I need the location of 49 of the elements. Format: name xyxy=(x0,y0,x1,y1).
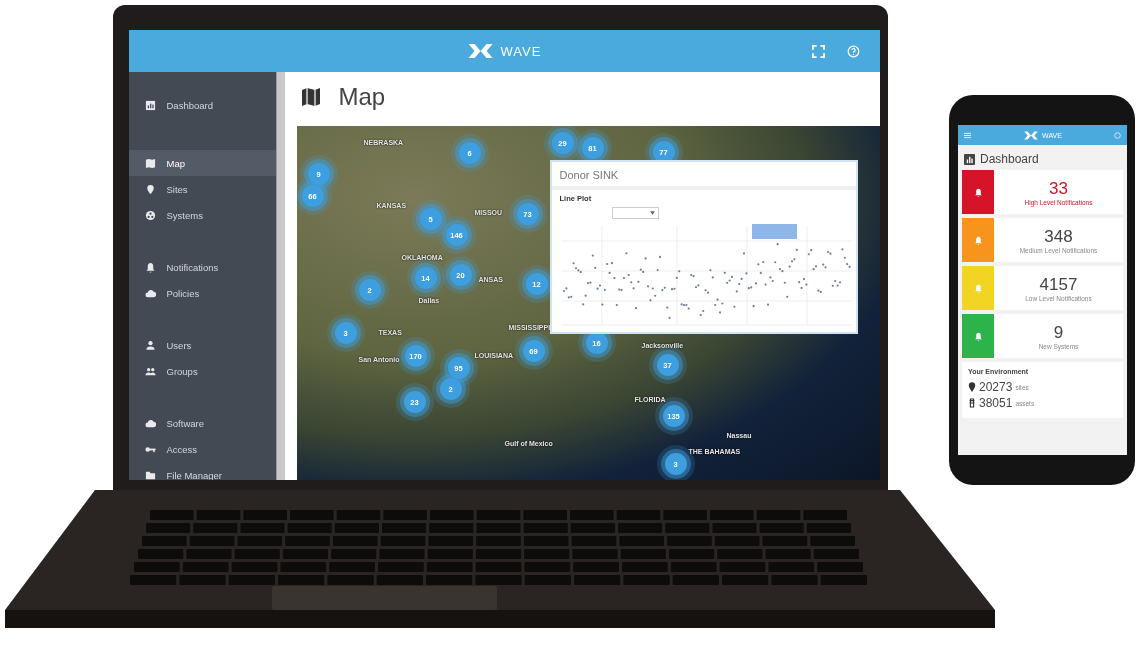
popup-title: Donor SINK xyxy=(559,169,619,181)
bell-icon xyxy=(973,331,983,341)
caret-icon xyxy=(649,211,655,215)
chart-icon xyxy=(144,99,156,111)
map-icon xyxy=(300,87,321,107)
logo-icon xyxy=(1023,130,1040,140)
sidebar-item[interactable]: Systems xyxy=(128,202,276,228)
folder-icon xyxy=(144,469,156,480)
bell-icon xyxy=(144,261,156,273)
sidebar-item[interactable]: Software xyxy=(128,410,276,436)
sidebar-item[interactable]: Users xyxy=(128,332,276,358)
chart-icon xyxy=(964,153,975,165)
bell-icon xyxy=(973,283,983,293)
bell-icon xyxy=(973,235,983,245)
pin-icon xyxy=(144,183,156,195)
cloudup-icon xyxy=(144,417,156,429)
sidebar-item[interactable]: File Manager xyxy=(128,462,276,480)
stat-value: 348 xyxy=(1044,226,1073,247)
map-icon xyxy=(144,157,156,169)
sidebar-item[interactable]: Dashboard xyxy=(128,92,276,118)
help-icon[interactable] xyxy=(846,44,860,58)
sidebar-item[interactable]: Notifications xyxy=(128,254,276,280)
cloud-icon xyxy=(144,287,156,299)
nodes-icon xyxy=(144,209,156,221)
stat-value: 33 xyxy=(1049,178,1068,199)
stat-value: 9 xyxy=(1053,322,1064,343)
dropdown[interactable] xyxy=(611,207,659,219)
satellite-map[interactable] xyxy=(296,126,880,480)
fullscreen-icon[interactable] xyxy=(811,44,825,58)
menu-icon[interactable] xyxy=(964,131,971,139)
page-title: Map xyxy=(338,83,386,111)
environment-count: 38051 xyxy=(979,396,1013,410)
users-icon xyxy=(144,365,156,377)
sidebar-item[interactable]: Map xyxy=(128,150,276,176)
logo-icon xyxy=(466,43,495,59)
scrollbar[interactable] xyxy=(275,72,285,480)
user-icon xyxy=(144,339,156,351)
environment-count: 20273 xyxy=(979,380,1013,394)
pin-icon xyxy=(968,382,976,392)
sidebar-item[interactable]: Groups xyxy=(128,358,276,384)
dashboard-title: Dashboard xyxy=(980,152,1039,166)
help-icon[interactable] xyxy=(1114,131,1121,139)
sidebar-item[interactable]: Policies xyxy=(128,280,276,306)
tower-icon xyxy=(968,398,976,408)
stat-value: 4157 xyxy=(1039,274,1078,295)
sidebar-item[interactable]: Access xyxy=(128,436,276,462)
sidebar-item[interactable]: Sites xyxy=(128,176,276,202)
bell-icon xyxy=(973,187,983,197)
brand-name: WAVE xyxy=(500,43,542,59)
